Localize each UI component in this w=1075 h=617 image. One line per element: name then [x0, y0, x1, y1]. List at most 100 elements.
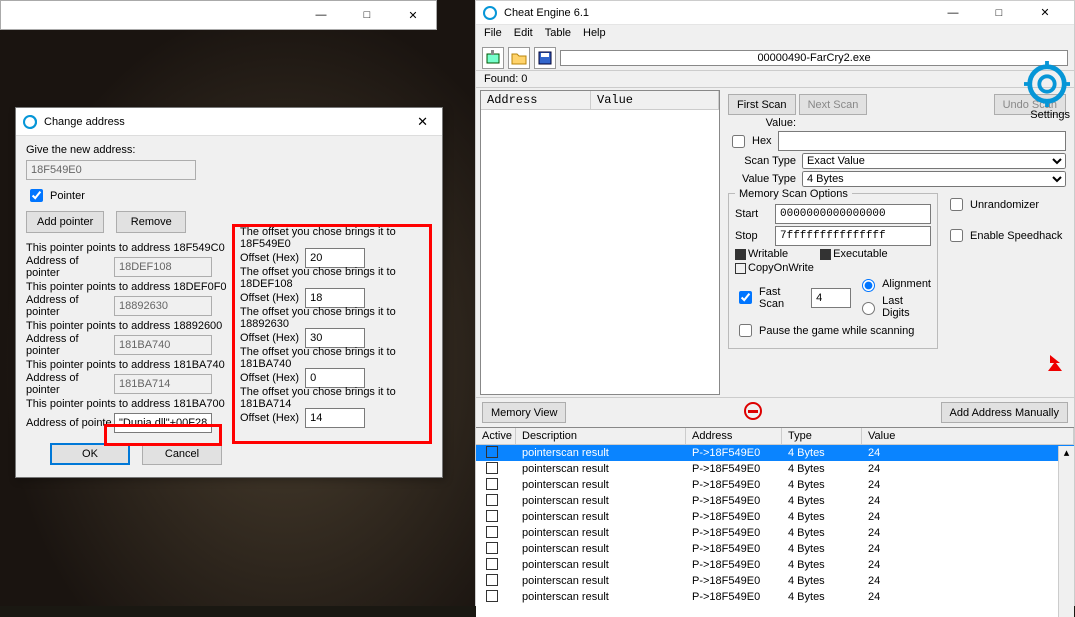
col-active[interactable]: Active	[476, 428, 516, 444]
offset-input[interactable]	[305, 288, 365, 308]
add-to-list-icon[interactable]	[1046, 353, 1066, 373]
offset-msg: The offset you chose brings it to 188926…	[240, 306, 424, 330]
table-row[interactable]: pointerscan resultP->18F549E04 Bytes24	[476, 493, 1074, 509]
active-checkbox[interactable]	[486, 574, 498, 586]
no-entry-icon[interactable]	[744, 402, 762, 420]
active-checkbox[interactable]	[486, 526, 498, 538]
active-checkbox[interactable]	[486, 542, 498, 554]
unrandomizer-checkbox[interactable]: Unrandomizer	[946, 195, 1039, 214]
table-row[interactable]: pointerscan resultP->18F549E04 Bytes24	[476, 573, 1074, 589]
results-list[interactable]: Address Value	[480, 90, 720, 395]
fast-scan-value[interactable]	[811, 288, 851, 308]
offset-input[interactable]	[305, 328, 365, 348]
background-window: — □ ✕	[0, 0, 437, 30]
open-file-icon[interactable]	[508, 47, 530, 69]
found-count: Found: 0	[476, 71, 1074, 87]
fast-scan-checkbox[interactable]: Fast Scan	[735, 286, 805, 310]
offset-msg: The offset you chose brings it to 18DEF1…	[240, 266, 424, 290]
writable-tristate[interactable]: Writable	[735, 248, 788, 260]
settings-label: Settings	[1030, 109, 1070, 121]
copyonwrite-tristate[interactable]: CopyOnWrite	[735, 262, 814, 274]
start-input[interactable]	[775, 204, 931, 224]
minimize-icon[interactable]: —	[930, 0, 976, 27]
scan-type-select[interactable]: Exact Value	[802, 153, 1066, 169]
executable-tristate[interactable]: Executable	[820, 248, 887, 260]
add-address-manually-button[interactable]: Add Address Manually	[941, 402, 1068, 423]
give-address-label: Give the new address:	[26, 144, 432, 156]
pause-checkbox[interactable]: Pause the game while scanning	[735, 321, 914, 340]
minimize-icon[interactable]: —	[298, 1, 344, 29]
address-of-pointer-label: Address of pointe	[26, 417, 114, 429]
table-row[interactable]: pointerscan resultP->18F549E04 Bytes24	[476, 589, 1074, 605]
cancel-button[interactable]: Cancel	[142, 443, 222, 465]
menu-edit[interactable]: Edit	[514, 27, 533, 43]
ok-button[interactable]: OK	[50, 443, 130, 465]
table-row[interactable]: pointerscan resultP->18F549E04 Bytes24	[476, 541, 1074, 557]
table-row[interactable]: pointerscan resultP->18F549E04 Bytes24	[476, 461, 1074, 477]
address-input[interactable]	[26, 160, 196, 180]
col-address[interactable]: Address	[686, 428, 782, 444]
col-address[interactable]: Address	[481, 91, 591, 109]
offset-label: Offset (Hex)	[240, 412, 299, 424]
table-row[interactable]: pointerscan resultP->18F549E04 Bytes24	[476, 445, 1074, 461]
start-label: Start	[735, 208, 769, 220]
pointer-address-input[interactable]	[114, 374, 212, 394]
close-icon[interactable]: ✕	[1022, 0, 1068, 27]
maximize-icon[interactable]: □	[344, 1, 390, 29]
hex-checkbox[interactable]: Hex	[728, 132, 772, 151]
address-table[interactable]: Active Description Address Type Value po…	[476, 427, 1074, 617]
active-checkbox[interactable]	[486, 558, 498, 570]
active-checkbox[interactable]	[486, 494, 498, 506]
table-row[interactable]: pointerscan resultP->18F549E04 Bytes24	[476, 525, 1074, 541]
speedhack-checkbox[interactable]: Enable Speedhack	[946, 226, 1062, 245]
menu-help[interactable]: Help	[583, 27, 606, 43]
maximize-icon[interactable]: □	[976, 0, 1022, 27]
offset-label: Offset (Hex)	[240, 372, 299, 384]
offset-input[interactable]	[305, 408, 365, 428]
first-scan-button[interactable]: First Scan	[728, 94, 796, 115]
table-row[interactable]: pointerscan resultP->18F549E04 Bytes24	[476, 557, 1074, 573]
ce-icon	[22, 114, 38, 130]
active-checkbox[interactable]	[486, 446, 498, 458]
pointer-address-input[interactable]	[114, 335, 212, 355]
active-checkbox[interactable]	[486, 462, 498, 474]
dialog-title: Change address	[44, 116, 125, 128]
remove-button[interactable]: Remove	[116, 211, 186, 233]
pointer-address-input[interactable]	[114, 257, 212, 277]
memory-scan-options-label: Memory Scan Options	[735, 188, 852, 200]
change-address-dialog: Change address ✕ Give the new address: P…	[15, 107, 443, 478]
value-input[interactable]	[778, 131, 1066, 151]
offset-input[interactable]	[305, 248, 365, 268]
offset-label: Offset (Hex)	[240, 292, 299, 304]
active-checkbox[interactable]	[486, 478, 498, 490]
offset-input[interactable]	[305, 368, 365, 388]
pointer-address-input[interactable]	[114, 296, 212, 316]
save-icon[interactable]	[534, 47, 556, 69]
scrollbar[interactable]: ▴	[1058, 446, 1074, 617]
col-description[interactable]: Description	[516, 428, 686, 444]
value-type-label: Value Type	[728, 173, 796, 185]
table-row[interactable]: pointerscan resultP->18F549E04 Bytes24	[476, 509, 1074, 525]
open-process-icon[interactable]	[482, 47, 504, 69]
address-of-pointer-label: Address of pointer	[26, 333, 114, 357]
active-checkbox[interactable]	[486, 510, 498, 522]
memory-view-button[interactable]: Memory View	[482, 402, 566, 423]
address-of-pointer-label: Address of pointer	[26, 255, 114, 279]
ce-logo-icon[interactable]	[1024, 61, 1070, 107]
close-icon[interactable]: ✕	[390, 1, 436, 29]
offset-label: Offset (Hex)	[240, 252, 299, 264]
pointer-checkbox[interactable]: Pointer	[26, 186, 85, 205]
menu-table[interactable]: Table	[545, 27, 571, 43]
value-type-select[interactable]: 4 Bytes	[802, 171, 1066, 187]
active-checkbox[interactable]	[486, 590, 498, 602]
menu-file[interactable]: File	[484, 27, 502, 43]
add-pointer-button[interactable]: Add pointer	[26, 211, 104, 233]
stop-input[interactable]	[775, 226, 931, 246]
alignment-radio[interactable]: Alignment	[857, 276, 931, 292]
table-row[interactable]: pointerscan resultP->18F549E04 Bytes24	[476, 477, 1074, 493]
last-digits-radio[interactable]: Last Digits	[857, 295, 931, 319]
col-type[interactable]: Type	[782, 428, 862, 444]
col-value[interactable]: Value	[591, 91, 719, 109]
col-value[interactable]: Value	[862, 428, 1074, 444]
close-icon[interactable]: ✕	[409, 114, 436, 130]
